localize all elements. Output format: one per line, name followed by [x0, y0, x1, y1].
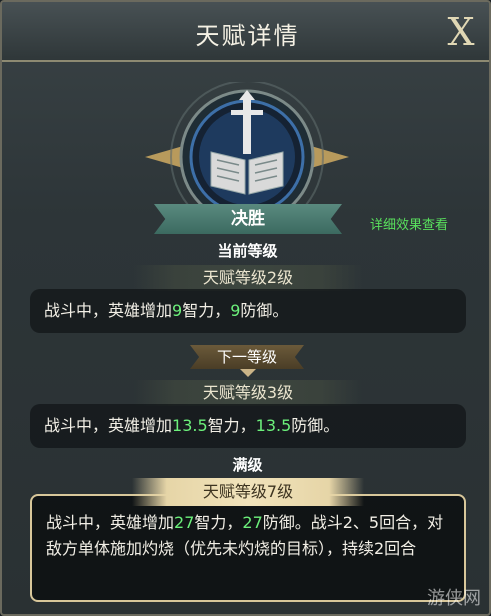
desc-text: 智力， — [194, 513, 243, 532]
close-button[interactable]: X — [439, 10, 483, 54]
desc-text: 战斗中，英雄增加 — [44, 301, 173, 320]
talent-detail-panel: 天赋详情 X 决胜 详细效果查看 当前等级 天赋等级2级 战斗中，英雄增加9智力… — [0, 0, 491, 616]
desc-value: 9 — [230, 301, 241, 320]
desc-text: 战斗中，英雄增加 — [44, 416, 173, 435]
desc-text: 战斗中，英雄增加 — [46, 513, 175, 532]
desc-value: 27 — [174, 513, 195, 532]
desc-text: 防御。 — [291, 416, 340, 435]
current-level-heading: 当前等级 — [217, 242, 278, 260]
max-level-label: 天赋等级7级 — [132, 478, 364, 506]
desc-text: 智力， — [207, 416, 256, 435]
talent-name-banner: 决胜 — [154, 204, 342, 234]
desc-text: 防御。 — [240, 301, 289, 320]
page-title: 天赋详情 — [195, 22, 300, 50]
next-level-description: 战斗中，英雄增加13.5智力，13.5防御。 — [30, 404, 466, 448]
max-level-description: 战斗中，英雄增加27智力，27防御。战斗2、5回合，对敌方单体施加灼烧（优先未灼… — [30, 494, 466, 602]
desc-text: 智力， — [182, 301, 231, 320]
down-arrow-icon — [240, 369, 256, 377]
max-level-heading: 满级 — [232, 456, 263, 474]
desc-value: 13.5 — [255, 416, 292, 435]
detail-effect-link[interactable]: 详细效果查看 — [370, 214, 448, 233]
header-bar: 天赋详情 X — [2, 2, 489, 62]
desc-value: 27 — [242, 513, 263, 532]
next-level-label: 天赋等级3级 — [134, 380, 362, 406]
next-level-heading: 下一等级 — [190, 345, 304, 369]
current-level-description: 战斗中，英雄增加9智力，9防御。 — [30, 289, 466, 333]
desc-value: 13.5 — [172, 416, 208, 435]
watermark: 游侠网 — [427, 588, 481, 609]
desc-value: 9 — [172, 301, 183, 320]
current-level-label: 天赋等级2级 — [134, 265, 362, 291]
